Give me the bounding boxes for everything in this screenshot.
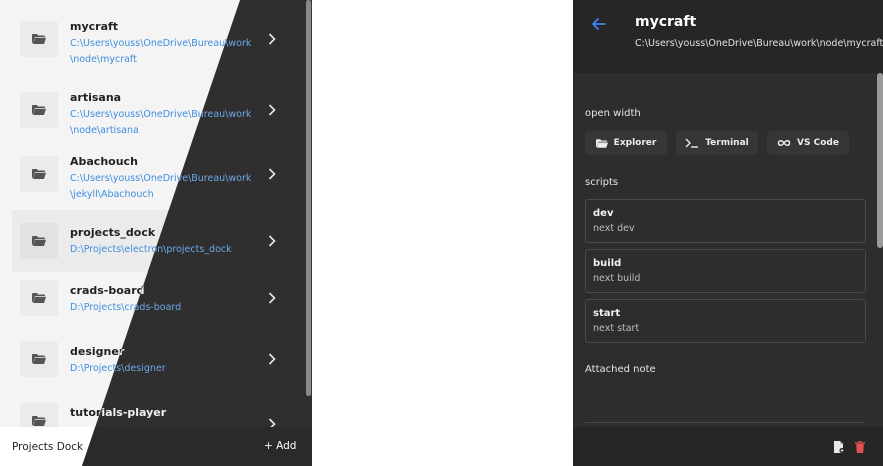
open-terminal-button[interactable]: Terminal <box>676 131 758 155</box>
script-card-start[interactable]: start next start <box>585 299 866 343</box>
folder-icon <box>20 156 58 192</box>
chevron-right-icon <box>268 328 276 390</box>
script-card-build[interactable]: build next build <box>585 249 866 293</box>
script-name: dev <box>593 208 614 219</box>
open-explorer-label: Explorer <box>613 138 657 148</box>
project-name: artisana <box>70 91 122 104</box>
script-name: start <box>593 308 621 319</box>
terminal-icon <box>685 138 699 148</box>
app-brand: Projects Dock <box>12 441 84 453</box>
open-vscode-button[interactable]: VS Code <box>767 131 849 155</box>
script-command: next dev <box>593 223 635 234</box>
open-explorer-button[interactable]: Explorer <box>585 131 667 155</box>
attached-note-label: Attached note <box>585 364 656 375</box>
script-command: next start <box>593 323 640 334</box>
open-terminal-label: Terminal <box>705 138 749 148</box>
project-name: mycraft <box>70 20 119 33</box>
open-with-label: open width <box>585 108 641 119</box>
folder-icon <box>20 92 58 128</box>
folder-icon <box>20 21 58 57</box>
copy-file-icon[interactable] <box>833 441 845 453</box>
project-name: crads-board <box>70 284 145 297</box>
project-path: C:\Users\youss\OneDrive\Bureau\work\node… <box>635 38 883 49</box>
trash-icon[interactable] <box>855 441 867 453</box>
detail-header <box>573 0 883 73</box>
chevron-right-icon <box>268 210 276 272</box>
chevron-right-icon <box>268 79 276 141</box>
scripts-label: scripts <box>585 177 619 188</box>
script-name: build <box>593 258 622 269</box>
folder-icon <box>20 223 58 259</box>
folder-open-icon <box>595 138 608 148</box>
script-command: next build <box>593 273 641 284</box>
open-vscode-label: VS Code <box>797 138 839 148</box>
chevron-right-icon <box>268 267 276 329</box>
back-arrow-icon[interactable] <box>589 14 609 34</box>
folder-icon <box>20 341 58 377</box>
add-project-button[interactable]: + Add <box>264 437 296 455</box>
scrollbar-thumb[interactable] <box>877 73 883 248</box>
chevron-right-icon <box>268 143 276 205</box>
script-card-dev[interactable]: dev next dev <box>585 199 866 243</box>
project-title: mycraft <box>635 14 697 30</box>
folder-icon <box>20 280 58 316</box>
project-detail-panel: mycraft C:\Users\youss\OneDrive\Bureau\w… <box>573 0 883 466</box>
project-list-panel: mycraft C:\Users\youss\OneDrive\Bureau\w… <box>0 0 312 466</box>
chevron-right-icon <box>268 8 276 70</box>
infinity-icon <box>777 139 791 147</box>
project-name: Abachouch <box>70 155 138 168</box>
project-name: projects_dock <box>70 226 156 239</box>
project-name: designer <box>70 345 125 358</box>
scrollbar-thumb[interactable] <box>306 0 311 396</box>
